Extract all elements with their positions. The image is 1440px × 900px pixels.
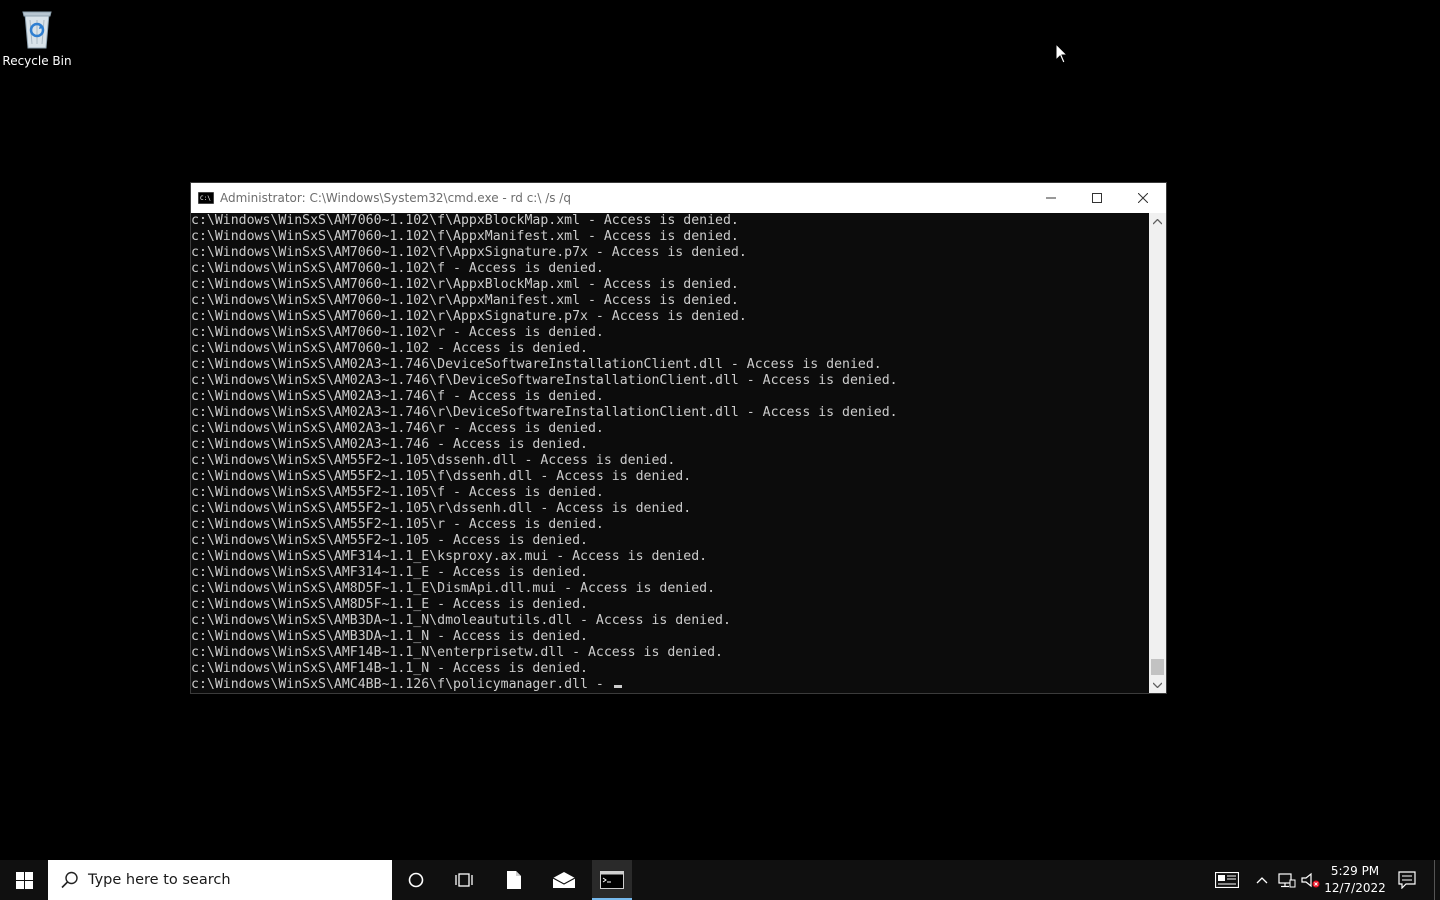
taskbar: Type here to search 5:29 PM 12/7/2022 [0, 860, 1440, 900]
window-titlebar[interactable]: C:\ Administrator: C:\Windows\System32\c… [191, 183, 1166, 213]
console-line: c:\Windows\WinSxS\AM7060~1.102\f\AppxSig… [191, 245, 747, 260]
show-desktop-button[interactable] [1434, 860, 1440, 900]
taskbar-file-button[interactable] [492, 860, 536, 900]
taskbar-clock[interactable]: 5:29 PM 12/7/2022 [1324, 860, 1386, 900]
console-line: c:\Windows\WinSxS\AM8D5F~1.1_E\DismApi.d… [191, 581, 716, 596]
console-line: c:\Windows\WinSxS\AM55F2~1.105\r\dssenh.… [191, 501, 692, 516]
cmd-app-icon: C:\ [198, 192, 214, 204]
console-line: c:\Windows\WinSxS\AM7060~1.102\r\AppxMan… [191, 293, 739, 308]
console-line: c:\Windows\WinSxS\AMF314~1.1_E - Access … [191, 565, 588, 580]
console-line: c:\Windows\WinSxS\AM55F2~1.105 - Access … [191, 533, 588, 548]
taskbar-search-box[interactable]: Type here to search [48, 860, 392, 900]
svg-text:C:\: C:\ [200, 195, 211, 202]
console-line: c:\Windows\WinSxS\AM7060~1.102\r - Acces… [191, 325, 604, 340]
chevron-up-icon [1153, 218, 1162, 224]
console-line: c:\Windows\WinSxS\AM55F2~1.105\f - Acces… [191, 485, 604, 500]
console-line: c:\Windows\WinSxS\AM7060~1.102\f\AppxMan… [191, 229, 739, 244]
console-line: c:\Windows\WinSxS\AM7060~1.102\r\AppxSig… [191, 309, 747, 324]
clock-date: 12/7/2022 [1324, 881, 1386, 895]
console-line: c:\Windows\WinSxS\AMF314~1.1_E\ksproxy.a… [191, 549, 708, 564]
console-line: c:\Windows\WinSxS\AM7060~1.102 - Access … [191, 341, 588, 356]
console-line: c:\Windows\WinSxS\AM02A3~1.746\f - Acces… [191, 389, 604, 404]
start-button[interactable] [0, 860, 48, 900]
task-view-icon [455, 873, 473, 887]
desktop-icon-recycle-bin[interactable]: Recycle Bin [2, 6, 72, 76]
chevron-up-icon [1256, 877, 1268, 884]
console-line: c:\Windows\WinSxS\AM7060~1.102\r\AppxBlo… [191, 277, 739, 292]
console-current-line: c:\Windows\WinSxS\AMC4BB~1.126\f\policym… [191, 677, 1149, 693]
news-icon [1215, 872, 1239, 888]
mail-icon [552, 872, 576, 888]
console-line: c:\Windows\WinSxS\AM02A3~1.746\r - Acces… [191, 421, 604, 436]
cortana-button[interactable] [394, 860, 438, 900]
console-current-text: c:\Windows\WinSxS\AMC4BB~1.126\f\policym… [191, 677, 612, 692]
search-icon [61, 871, 78, 889]
file-icon [507, 871, 521, 889]
volume-muted-icon [1301, 872, 1320, 888]
taskbar-mail-button[interactable] [542, 860, 586, 900]
close-button[interactable] [1120, 183, 1166, 213]
console-line: c:\Windows\WinSxS\AM02A3~1.746\f\DeviceS… [191, 373, 898, 388]
scroll-down-button[interactable] [1149, 676, 1166, 693]
taskbar-cmd-button[interactable] [592, 860, 632, 900]
clock-time: 5:29 PM [1330, 864, 1380, 878]
action-center-button[interactable] [1392, 860, 1424, 900]
text-cursor [613, 685, 622, 688]
console-line: c:\Windows\WinSxS\AM02A3~1.746\r\DeviceS… [191, 405, 898, 420]
console-line: c:\Windows\WinSxS\AM7060~1.102\f\AppxBlo… [191, 213, 739, 228]
desktop-icon-label: Recycle Bin [2, 54, 72, 68]
cortana-icon [408, 872, 424, 888]
minimize-icon [1046, 197, 1056, 199]
recycle-bin-icon [22, 11, 52, 49]
windows-logo-icon [15, 871, 33, 889]
close-icon [1138, 193, 1148, 203]
console-line: c:\Windows\WinSxS\AMB3DA~1.1_N - Access … [191, 629, 588, 644]
console-line: c:\Windows\WinSxS\AM55F2~1.105\dssenh.dl… [191, 453, 676, 468]
task-view-button[interactable] [442, 860, 486, 900]
mouse-pointer-icon [1055, 43, 1069, 64]
cmd-icon [600, 871, 624, 889]
notification-icon [1398, 871, 1416, 889]
search-placeholder: Type here to search [88, 872, 231, 888]
console-line: c:\Windows\WinSxS\AM8D5F~1.1_E - Access … [191, 597, 588, 612]
console-line: c:\Windows\WinSxS\AMF14B~1.1_N - Access … [191, 661, 588, 676]
console-output[interactable]: c:\Windows\WinSxS\AM7060~1.102\f\AppxBlo… [191, 213, 1149, 693]
console-line: c:\Windows\WinSxS\AM55F2~1.105\r - Acces… [191, 517, 604, 532]
show-hidden-icons-button[interactable] [1252, 860, 1272, 900]
volume-button[interactable] [1300, 860, 1322, 900]
console-line: c:\Windows\WinSxS\AMB3DA~1.1_N\dmoleautu… [191, 613, 731, 628]
console-line: c:\Windows\WinSxS\AM02A3~1.746 - Access … [191, 437, 588, 452]
maximize-icon [1092, 193, 1102, 203]
network-icon [1278, 873, 1296, 888]
scroll-up-button[interactable] [1149, 213, 1166, 230]
network-status-button[interactable] [1276, 860, 1298, 900]
console-line: c:\Windows\WinSxS\AM7060~1.102\f - Acces… [191, 261, 604, 276]
console-line: c:\Windows\WinSxS\AM55F2~1.105\f\dssenh.… [191, 469, 692, 484]
window-title: Administrator: C:\Windows\System32\cmd.e… [220, 191, 571, 205]
scrollbar-thumb[interactable] [1151, 659, 1164, 675]
console-line: c:\Windows\WinSxS\AMF14B~1.1_N\enterpris… [191, 645, 723, 660]
news-widget-button[interactable] [1210, 860, 1244, 900]
cmd-window[interactable]: C:\ Administrator: C:\Windows\System32\c… [190, 182, 1167, 694]
console-line: c:\Windows\WinSxS\AM02A3~1.746\DeviceSof… [191, 357, 882, 372]
vertical-scrollbar[interactable] [1149, 213, 1166, 693]
chevron-down-icon [1153, 682, 1162, 688]
desktop: Recycle Bin C:\ Administrator: C:\Window… [0, 0, 1440, 860]
minimize-button[interactable] [1028, 183, 1074, 213]
maximize-button[interactable] [1074, 183, 1120, 213]
